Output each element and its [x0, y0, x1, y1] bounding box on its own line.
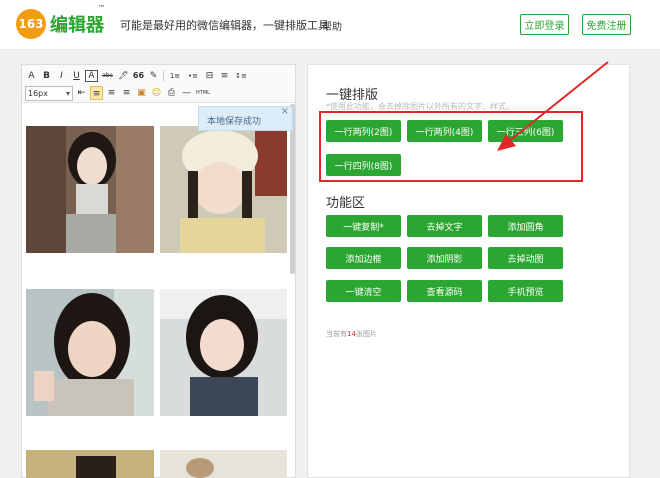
strikethrough-icon[interactable]: abc — [100, 69, 115, 83]
format-painter-icon[interactable]: ✎ — [147, 69, 160, 83]
align-left-icon[interactable]: ≡ — [90, 86, 103, 100]
site-tagline: 可能是最好用的微信编辑器，一键排版工具 — [120, 19, 329, 32]
toolbar-divider — [163, 70, 164, 82]
image-icon[interactable]: ▣ — [135, 86, 148, 100]
photo-6[interactable] — [160, 450, 287, 478]
logo-badge: 163 — [16, 9, 46, 39]
photo-5[interactable] — [26, 450, 154, 478]
photo-4[interactable] — [160, 289, 287, 416]
photo-2[interactable] — [160, 126, 287, 253]
eraser-icon[interactable]: 🖊 — [117, 69, 130, 83]
align-center-icon[interactable]: ≡ — [105, 86, 118, 100]
remove-gif-button[interactable]: 去掉动图 — [488, 247, 563, 269]
clear-all-button[interactable]: 一键清空 — [326, 280, 401, 302]
add-shadow-button[interactable]: 添加阴影 — [407, 247, 482, 269]
video-icon[interactable]: ⎙ — [165, 86, 178, 100]
site-logo[interactable]: 163 编辑器 ™ — [16, 4, 105, 42]
view-source-button[interactable]: 查看源码 — [407, 280, 482, 302]
tools-panel: 一键排版 *使用此功能，会去掉除图片以外所有的文字，样式。 一行两列(2图) 一… — [307, 64, 630, 478]
remove-text-button[interactable]: 去掉文字 — [407, 215, 482, 237]
close-icon[interactable]: × — [281, 106, 289, 117]
add-rounded-corners-button[interactable]: 添加圆角 — [488, 215, 563, 237]
indent-icon[interactable]: ⊟ — [203, 69, 216, 83]
highlight-box — [319, 111, 583, 182]
font-size-select[interactable]: 16px — [25, 85, 73, 101]
underline-icon[interactable]: U — [70, 69, 83, 83]
html-source-icon[interactable]: HTML — [195, 86, 211, 100]
copy-all-button[interactable]: 一键复制* — [326, 215, 401, 237]
photo-1[interactable] — [26, 126, 154, 253]
line-height-icon[interactable]: ↕≡ — [233, 69, 249, 83]
border-text-icon[interactable]: A — [85, 70, 98, 82]
login-button[interactable]: 立即登录 — [520, 14, 569, 35]
logo-trademark: ™ — [98, 4, 105, 12]
unordered-list-icon[interactable]: •≡ — [185, 69, 201, 83]
paragraph-icon[interactable]: ≡ — [218, 69, 231, 83]
register-button[interactable]: 免费注册 — [582, 14, 631, 35]
quote-icon[interactable]: 66 — [132, 69, 145, 83]
bold-icon[interactable]: B — [40, 69, 53, 83]
italic-icon[interactable]: I — [55, 69, 68, 83]
toast-message: 本地保存成功 — [207, 117, 262, 127]
help-link[interactable]: 帮助 — [322, 18, 342, 33]
top-header: 163 编辑器 ™ 可能是最好用的微信编辑器，一键排版工具 帮助 立即登录 免费… — [0, 0, 660, 50]
toolbar-row-2: 16px ⇤ ≡ ≡ ≡ ▣ ☺ ⎙ — HTML — [25, 85, 211, 101]
align-right-icon[interactable]: ≡ — [120, 86, 133, 100]
horizontal-rule-icon[interactable]: — — [180, 86, 193, 100]
image-count: 当前有14张图片 — [326, 329, 377, 339]
logo-name: 编辑器 — [50, 15, 104, 36]
image-count-suffix: 张图片 — [355, 330, 377, 338]
font-color-icon[interactable]: A — [25, 69, 38, 83]
clear-format-icon[interactable]: ⇤ — [75, 86, 88, 100]
add-border-button[interactable]: 添加边框 — [326, 247, 401, 269]
photo-3[interactable] — [26, 289, 154, 416]
emoji-icon[interactable]: ☺ — [150, 86, 163, 100]
editor-toolbar: A B I U A abc 🖊 66 ✎ 1≡ •≡ ⊟ ≡ ↕≡ 16px ⇤… — [22, 65, 295, 103]
toolbar-row-1: A B I U A abc 🖊 66 ✎ 1≡ •≡ ⊟ ≡ ↕≡ — [25, 68, 249, 84]
function-section-title: 功能区 — [326, 196, 366, 211]
mobile-preview-button[interactable]: 手机预览 — [488, 280, 563, 302]
save-toast: 本地保存成功 × — [198, 106, 293, 131]
image-count-number: 14 — [347, 330, 356, 338]
image-count-prefix: 当前有 — [326, 330, 347, 338]
ordered-list-icon[interactable]: 1≡ — [167, 69, 183, 83]
